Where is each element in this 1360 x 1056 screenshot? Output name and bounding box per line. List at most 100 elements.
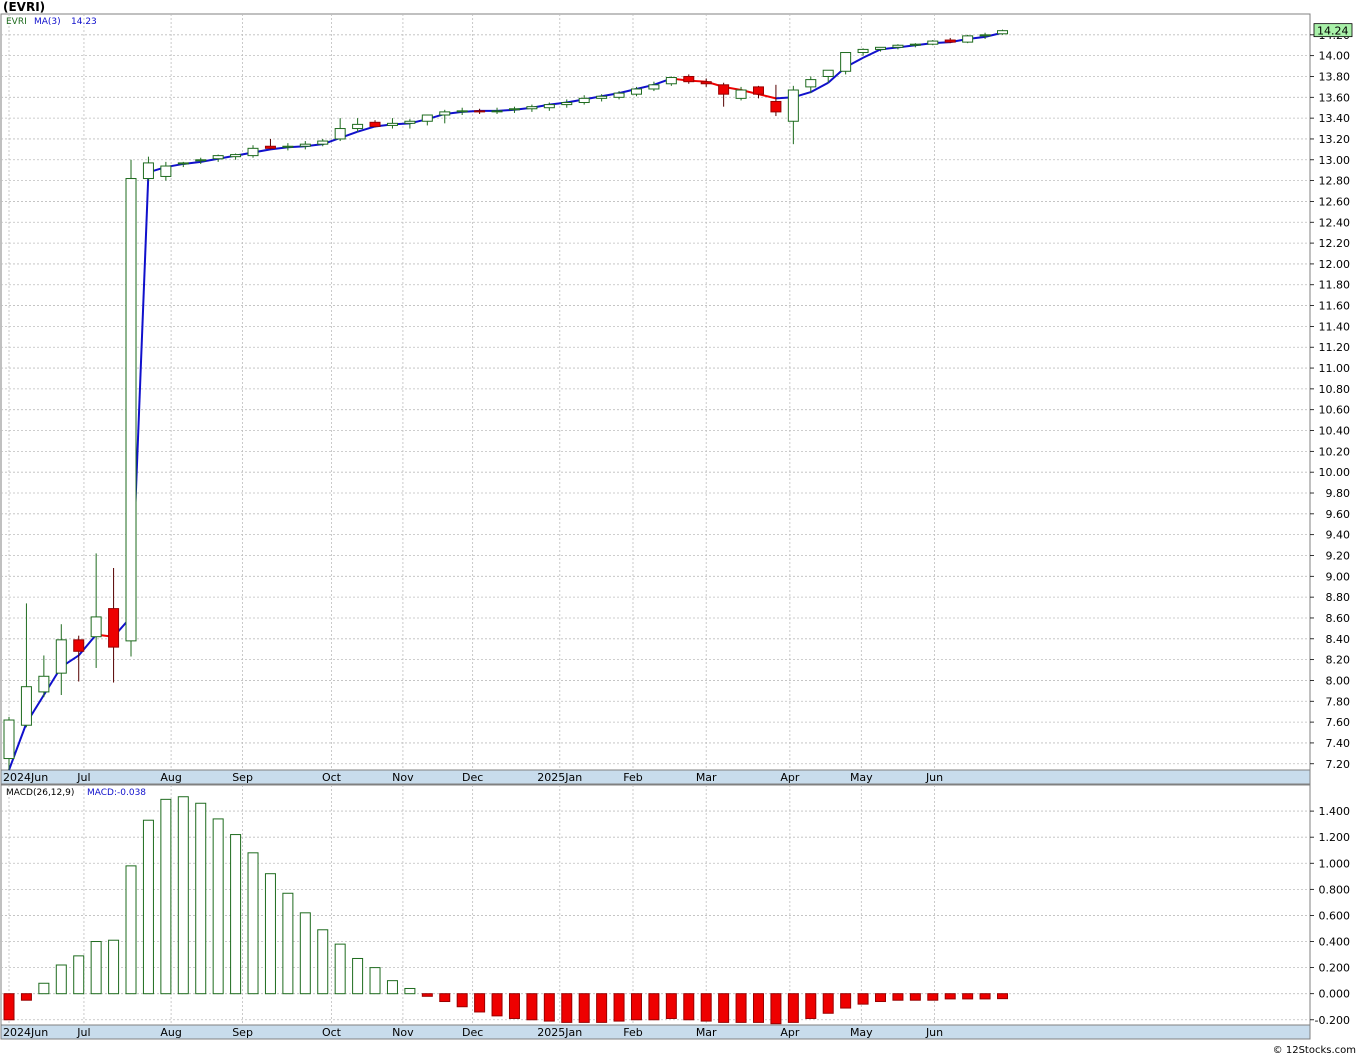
macd-bar [3,993,15,1021]
candle-body [665,77,677,85]
price-xtick-label: Feb [623,771,642,784]
candle-body [822,69,834,77]
candle-body [386,122,398,126]
macd-xaxis-band [0,1024,1311,1040]
macd-bar [491,993,503,1017]
macd-ytick-label: 1.400 [1319,805,1351,818]
macd-bar [386,980,398,995]
macd-legend-name: MACD(26,12,9) [6,788,74,798]
price-ytick-label: 13.60 [1319,91,1351,104]
macd-xtick-label: Nov [392,1026,414,1039]
macd-bar [334,943,346,995]
macd-bar [38,982,50,995]
price-ytick-label: 9.40 [1326,529,1351,542]
macd-bar [73,955,85,995]
price-ytick-label: 10.80 [1319,383,1351,396]
candle-body [230,154,242,158]
macd-ytick-label: 0.800 [1319,883,1351,896]
candle-body [73,639,85,652]
credit-text: © 12Stocks.com [1272,1045,1356,1056]
candle-body [561,102,573,106]
macd-bar [630,993,642,1021]
macd-bar [90,941,102,995]
macd-xtick-label: Feb [623,1026,642,1039]
candle-body [857,48,869,54]
price-ytick-label: 11.40 [1319,320,1351,333]
candle-body [474,110,486,113]
macd-xtick-label: Apr [780,1026,800,1039]
price-ytick-label: 9.20 [1326,549,1351,562]
price-ytick-label: 10.60 [1319,404,1351,417]
price-xtick-label: Sep [232,771,253,784]
macd-bar [700,993,712,1022]
macd-bar [596,993,608,1023]
macd-bar [613,993,625,1022]
candle-body [282,145,294,148]
price-ytick-label: 14.00 [1319,50,1351,63]
candle-body [247,147,259,157]
price-ytick-label: 10.00 [1319,466,1351,479]
macd-ytick-label: 0.400 [1319,936,1351,949]
legend-ma-name: MA(3) [34,17,61,27]
macd-bar [683,993,695,1021]
candle-body [543,104,555,109]
price-ytick-label: 12.60 [1319,195,1351,208]
macd-bar [944,993,956,1000]
price-ytick-label: 7.80 [1326,695,1351,708]
price-xtick-label: Apr [780,771,800,784]
candle-body [700,81,712,85]
price-panel [0,13,1311,771]
candle-body [875,46,886,50]
macd-bar [770,993,782,1025]
macd-bar [456,993,468,1008]
candle-body [108,608,120,648]
macd-xtick-label: Dec [462,1026,483,1039]
macd-bar [282,892,294,995]
price-ytick-label: 12.00 [1319,258,1351,271]
price-ytick-label: 12.80 [1319,175,1351,188]
candle-body [648,84,660,90]
macd-bar [962,993,974,1000]
macd-xtick-label: 2025Jan [537,1026,582,1039]
price-yaxis: 7.20 7.40 7.60 7.80 8.00 8.20 8.40 8.60 8.80 9.00… [1310,29,1350,771]
macd-bar [439,993,451,1003]
candle-body [352,123,364,130]
price-ytick-label: 9.60 [1326,508,1351,521]
macd-bar [892,993,904,1001]
price-ytick-label: 8.20 [1326,654,1351,667]
candle-body [927,40,939,45]
macd-ytick-label: -0.200 [1315,1014,1350,1027]
candle-body [264,145,276,149]
candle-body [491,110,503,113]
candle-body [979,34,991,37]
candle-body [840,52,852,72]
macd-bar [195,802,207,995]
price-xtick-label: Aug [160,771,181,784]
macd-bar [230,834,242,995]
macd-bar [247,852,259,995]
candle-body [944,39,956,43]
candle-body [909,43,921,46]
macd-xtick-label: Mar [696,1026,717,1039]
price-xtick-label: Jul [76,771,90,784]
macd-xtick-label: Aug [160,1026,181,1039]
candle-body [613,92,625,98]
price-xtick-label: May [850,771,873,784]
macd-bar [578,993,590,1023]
macd-ytick-label: 0.600 [1319,909,1351,922]
macd-bar [177,796,189,995]
candle-body [752,86,764,95]
macd-bar [665,993,677,1019]
price-ytick-label: 8.80 [1326,591,1351,604]
candle-body [578,97,590,104]
macd-bar [718,993,730,1023]
price-xtick-label: Mar [696,771,717,784]
macd-xtick-label: Sep [232,1026,253,1039]
macd-ytick-label: 1.000 [1319,857,1351,870]
macd-bar [352,957,364,995]
macd-bar [508,993,520,1019]
macd-bar [160,798,172,995]
candle-body [630,88,642,95]
macd-bar [404,987,416,995]
macd-ytick-label: 1.200 [1319,831,1351,844]
